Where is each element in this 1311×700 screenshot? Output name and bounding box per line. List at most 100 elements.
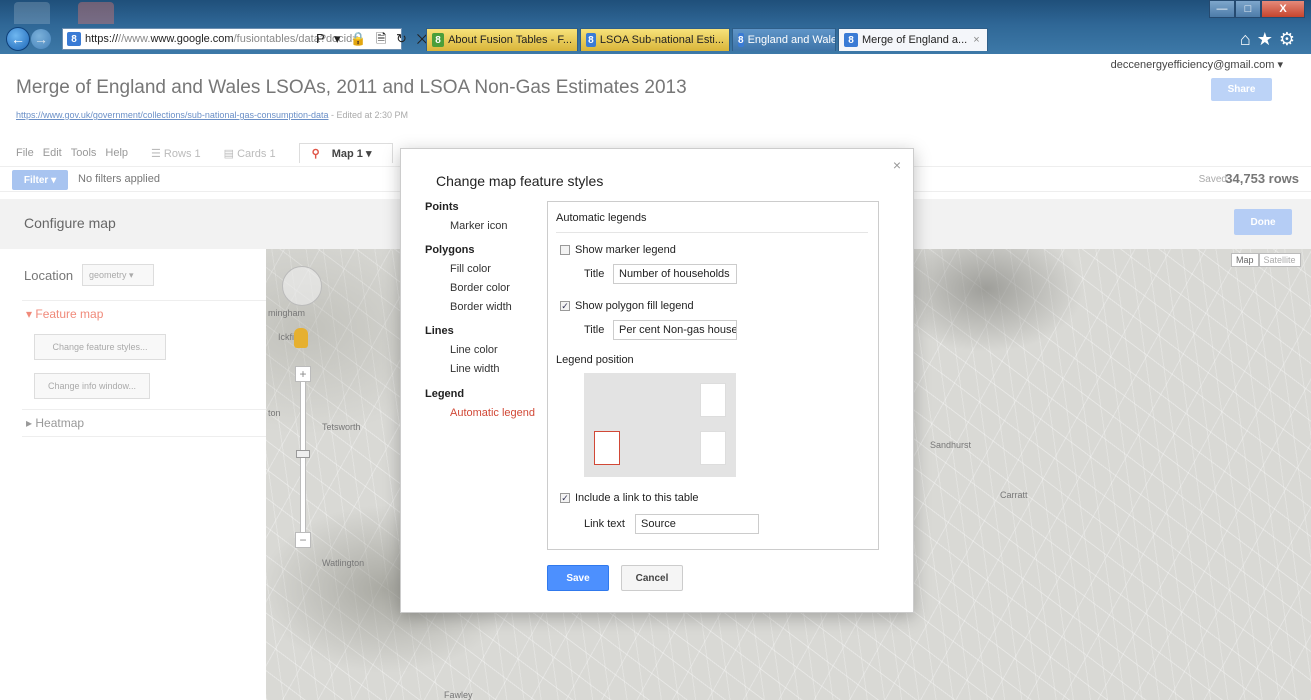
menu-file[interactable]: File bbox=[16, 147, 34, 159]
tab-label: England and Wales LS... bbox=[747, 34, 835, 46]
tab-label: About Fusion Tables - F... bbox=[448, 34, 572, 46]
url-www: //www. bbox=[118, 33, 151, 45]
map-place-label: ton bbox=[268, 408, 281, 418]
home-favorites-settings-icon[interactable]: ⌂★⚙ bbox=[1240, 29, 1301, 50]
zoom-slider-thumb[interactable] bbox=[296, 450, 310, 458]
map-place-label: Watlington bbox=[322, 558, 365, 568]
tab-label: LSOA Sub-national Esti... bbox=[599, 34, 724, 46]
forward-button[interactable]: → bbox=[31, 29, 51, 49]
change-feature-styles-button[interactable]: Change feature styles... bbox=[34, 334, 166, 360]
nav-line-width[interactable]: Line width bbox=[450, 363, 500, 375]
satellite-type-button[interactable]: Satellite bbox=[1258, 253, 1301, 267]
legend-position-bottom-right[interactable] bbox=[700, 431, 726, 465]
show-polygon-legend-row[interactable]: ✓ Show polygon fill legend bbox=[560, 300, 694, 312]
account-menu[interactable]: deccenergyefficiency@gmail.com ▾ bbox=[1111, 58, 1283, 71]
map-place-label: mingham bbox=[268, 308, 306, 318]
edited-time: - Edited at 2:30 PM bbox=[328, 110, 409, 120]
menu-edit[interactable]: Edit bbox=[43, 147, 62, 159]
map-place-label: Ickfi bbox=[278, 332, 295, 342]
nav-automatic-legend[interactable]: Automatic legend bbox=[450, 407, 535, 419]
back-button[interactable]: ← bbox=[6, 27, 30, 51]
map-place-label: Fawley bbox=[444, 690, 473, 700]
source-link[interactable]: https://www.gov.uk/government/collection… bbox=[16, 110, 329, 120]
change-info-window-button[interactable]: Change info window... bbox=[34, 373, 150, 399]
zoom-in-button[interactable]: + bbox=[295, 366, 311, 382]
location-dropdown[interactable]: geometry ▾ bbox=[82, 264, 154, 286]
nav-points-heading: Points bbox=[425, 201, 459, 213]
minimize-button[interactable]: — bbox=[1209, 0, 1235, 18]
row-count: 34,753 rows bbox=[1225, 171, 1299, 186]
tab-rows[interactable]: ☰ Rows 1 bbox=[151, 147, 201, 160]
tab-cards[interactable]: ▤ Cards 1 bbox=[224, 147, 276, 160]
marker-title-field[interactable]: Number of households bbox=[613, 264, 737, 284]
change-styles-dialog: × Change map feature styles Points Marke… bbox=[400, 148, 914, 613]
show-marker-legend-row[interactable]: Show marker legend bbox=[560, 244, 676, 256]
map-place-label: Sandhurst bbox=[930, 440, 972, 450]
filter-status: No filters applied bbox=[78, 173, 160, 185]
google-favicon-icon: 8 bbox=[67, 32, 81, 46]
configure-title: Configure map bbox=[24, 215, 116, 231]
url-prefix: https:// bbox=[85, 33, 119, 45]
nav-legend-heading: Legend bbox=[425, 388, 465, 400]
link-text-field[interactable]: Source bbox=[635, 514, 759, 534]
divider bbox=[22, 409, 266, 410]
ghost-tab bbox=[14, 2, 50, 24]
include-link-checkbox[interactable]: ✓ bbox=[560, 493, 570, 503]
include-link-row[interactable]: ✓ Include a link to this table bbox=[560, 492, 699, 504]
tab-map-label: Map 1 ▾ bbox=[331, 148, 372, 160]
nav-fill-color[interactable]: Fill color bbox=[450, 263, 491, 275]
address-tools[interactable]: Ρ ▾ 🔒 🗎 ↻ ✕ bbox=[316, 30, 431, 52]
map-place-label: Tetsworth bbox=[322, 422, 361, 432]
zoom-out-button[interactable]: − bbox=[295, 532, 311, 548]
pegman-icon[interactable] bbox=[294, 328, 308, 348]
menu-tools[interactable]: Tools bbox=[71, 147, 97, 159]
close-icon[interactable]: × bbox=[893, 157, 901, 173]
legend-position-top-right[interactable] bbox=[700, 383, 726, 417]
nav-border-color[interactable]: Border color bbox=[450, 282, 510, 294]
polygon-title-label: Title bbox=[584, 324, 605, 336]
done-button[interactable]: Done bbox=[1234, 209, 1292, 235]
tab-about-fusion-tables[interactable]: 8 About Fusion Tables - F... bbox=[426, 28, 578, 51]
tab-england-wales[interactable]: 8 England and Wales LS... bbox=[732, 28, 836, 51]
dialog-title: Change map feature styles bbox=[436, 173, 604, 189]
tab-merge-england[interactable]: 8 Merge of England a... × bbox=[838, 28, 988, 51]
save-button[interactable]: Save bbox=[547, 565, 609, 591]
google-favicon-icon: 8 bbox=[586, 33, 596, 47]
filter-button[interactable]: Filter ▾ bbox=[12, 170, 68, 190]
pane-title: Automatic legends bbox=[556, 212, 647, 224]
ghost-tab bbox=[78, 2, 114, 24]
url-host: www.google.com bbox=[150, 33, 234, 45]
divider bbox=[556, 232, 868, 233]
legend-position-picker bbox=[584, 373, 736, 477]
nav-marker-icon[interactable]: Marker icon bbox=[450, 220, 507, 232]
polygon-title-field[interactable]: Per cent Non-gas house bbox=[613, 320, 737, 340]
divider bbox=[22, 436, 266, 437]
menubar: File Edit Tools Help ☰ Rows 1 ▤ Cards 1 … bbox=[16, 143, 402, 163]
nav-polygons-heading: Polygons bbox=[425, 244, 475, 256]
saved-status: Saved bbox=[1198, 174, 1227, 185]
nav-line-color[interactable]: Line color bbox=[450, 344, 498, 356]
legend-position-bottom-left[interactable] bbox=[594, 431, 620, 465]
menu-help[interactable]: Help bbox=[105, 147, 128, 159]
tab-map[interactable]: ⚲ Map 1 ▾ bbox=[298, 143, 394, 163]
maximize-button[interactable]: □ bbox=[1235, 0, 1261, 18]
show-polygon-legend-label: Show polygon fill legend bbox=[575, 300, 694, 312]
heatmap-section[interactable]: ▸ Heatmap bbox=[26, 416, 84, 430]
nav-border-width[interactable]: Border width bbox=[450, 301, 512, 313]
share-button[interactable]: Share bbox=[1211, 78, 1272, 101]
location-label: Location bbox=[24, 268, 74, 283]
show-marker-legend-checkbox[interactable] bbox=[560, 245, 570, 255]
tab-lsoa-estimates[interactable]: 8 LSOA Sub-national Esti... bbox=[580, 28, 730, 51]
show-marker-legend-label: Show marker legend bbox=[575, 244, 676, 256]
tab-label: Merge of England a... bbox=[862, 34, 968, 46]
google-favicon-icon: 8 bbox=[844, 33, 858, 47]
google-favicon-icon: 8 bbox=[738, 33, 744, 47]
close-window-button[interactable]: X bbox=[1261, 0, 1305, 18]
feature-map-section[interactable]: ▾ Feature map bbox=[26, 307, 103, 321]
tab-close-icon[interactable]: × bbox=[973, 34, 979, 46]
cancel-button[interactable]: Cancel bbox=[621, 565, 683, 591]
map-type-button[interactable]: Map bbox=[1231, 253, 1259, 267]
show-polygon-legend-checkbox[interactable]: ✓ bbox=[560, 301, 570, 311]
legend-position-label: Legend position bbox=[556, 354, 634, 366]
pan-control[interactable] bbox=[282, 266, 322, 306]
